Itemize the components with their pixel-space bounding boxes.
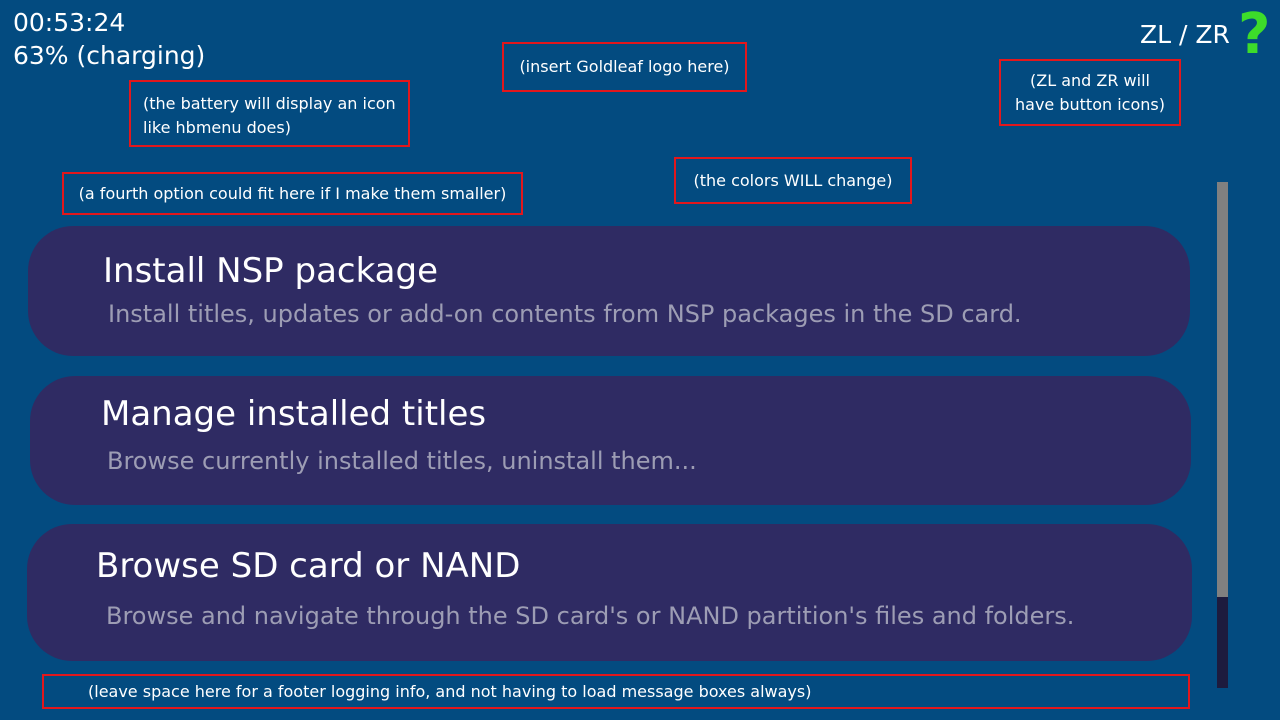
battery-annotation-line-2: like hbmenu does) [143,118,291,137]
scrollbar-thumb[interactable] [1217,182,1228,597]
logo-annotation: (insert Goldleaf logo here) [502,42,747,92]
menu-item-install-nsp[interactable]: Install NSP package Install titles, upda… [28,226,1190,356]
battery-status: 63% (charging) [13,41,206,70]
menu-item-title: Manage installed titles [101,394,487,434]
footer-annotation-text: (leave space here for a footer logging i… [88,681,812,701]
fourth-option-annotation-text: (a fourth option could fit here if I mak… [78,183,507,203]
menu-item-title: Install NSP package [103,251,439,291]
fourth-option-annotation: (a fourth option could fit here if I mak… [62,172,523,215]
buttons-annotation-line-2: have button icons) [1015,94,1165,114]
footer-annotation: (leave space here for a footer logging i… [42,674,1190,709]
battery-annotation-line-1: (the battery will display an icon [143,94,396,113]
menu-item-description: Browse and navigate through the SD card'… [106,602,1075,630]
clock-time: 00:53:24 [13,8,126,37]
battery-annotation: (the battery will display an icon like h… [129,80,410,147]
shoulder-buttons-hint: ZL / ZR [1140,20,1230,49]
buttons-annotation: (ZL and ZR will have button icons) [999,59,1181,126]
question-mark-icon[interactable]: ? [1238,5,1270,65]
buttons-annotation-line-1: (ZL and ZR will [1030,70,1150,90]
menu-item-browse-storage[interactable]: Browse SD card or NAND Browse and naviga… [27,524,1192,661]
colors-annotation: (the colors WILL change) [674,157,912,204]
menu-item-description: Browse currently installed titles, unins… [107,447,697,475]
colors-annotation-text: (the colors WILL change) [693,170,893,190]
menu-item-description: Install titles, updates or add-on conten… [108,300,1022,328]
menu-item-manage-titles[interactable]: Manage installed titles Browse currently… [30,376,1191,505]
menu-item-title: Browse SD card or NAND [96,546,521,586]
scrollbar[interactable] [1217,182,1228,688]
logo-annotation-text: (insert Goldleaf logo here) [519,57,730,76]
